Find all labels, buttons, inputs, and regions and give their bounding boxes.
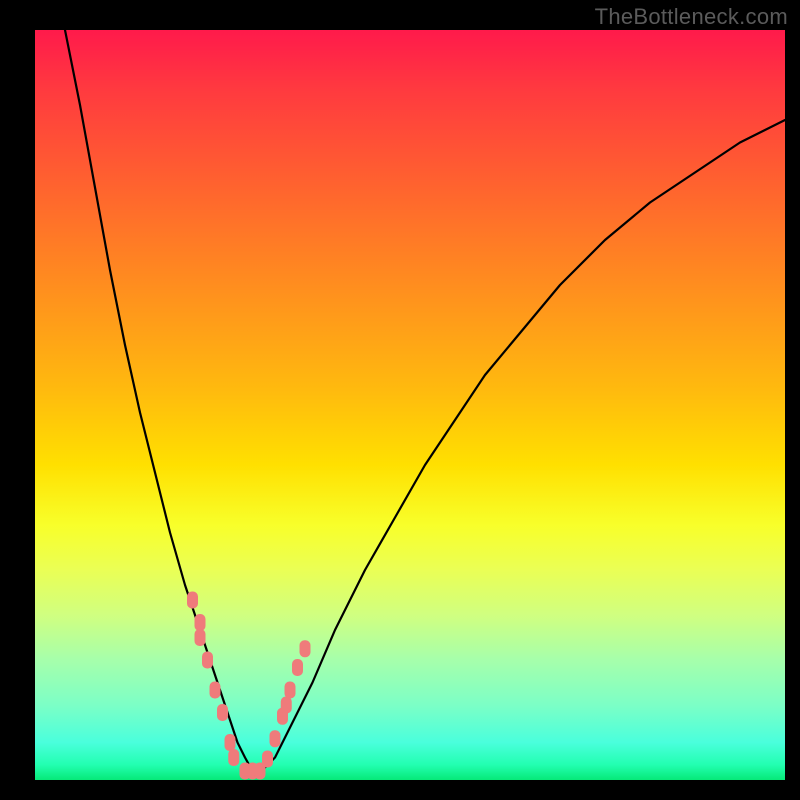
marker-point (210, 682, 221, 699)
marker-point (262, 751, 273, 768)
marker-point (281, 697, 292, 714)
marker-point (285, 682, 296, 699)
marker-point (225, 734, 236, 751)
marker-point (195, 614, 206, 631)
marker-point (270, 730, 281, 747)
curve-line (65, 30, 785, 773)
marker-point (228, 749, 239, 766)
plot-area (35, 30, 785, 780)
bottleneck-curve (35, 30, 785, 780)
marker-point (195, 629, 206, 646)
watermark-text: TheBottleneck.com (595, 4, 788, 30)
marker-point (300, 640, 311, 657)
marker-point (202, 652, 213, 669)
marker-point (217, 704, 228, 721)
highlight-markers (187, 592, 311, 780)
marker-point (187, 592, 198, 609)
chart-frame: TheBottleneck.com (0, 0, 800, 800)
marker-point (292, 659, 303, 676)
